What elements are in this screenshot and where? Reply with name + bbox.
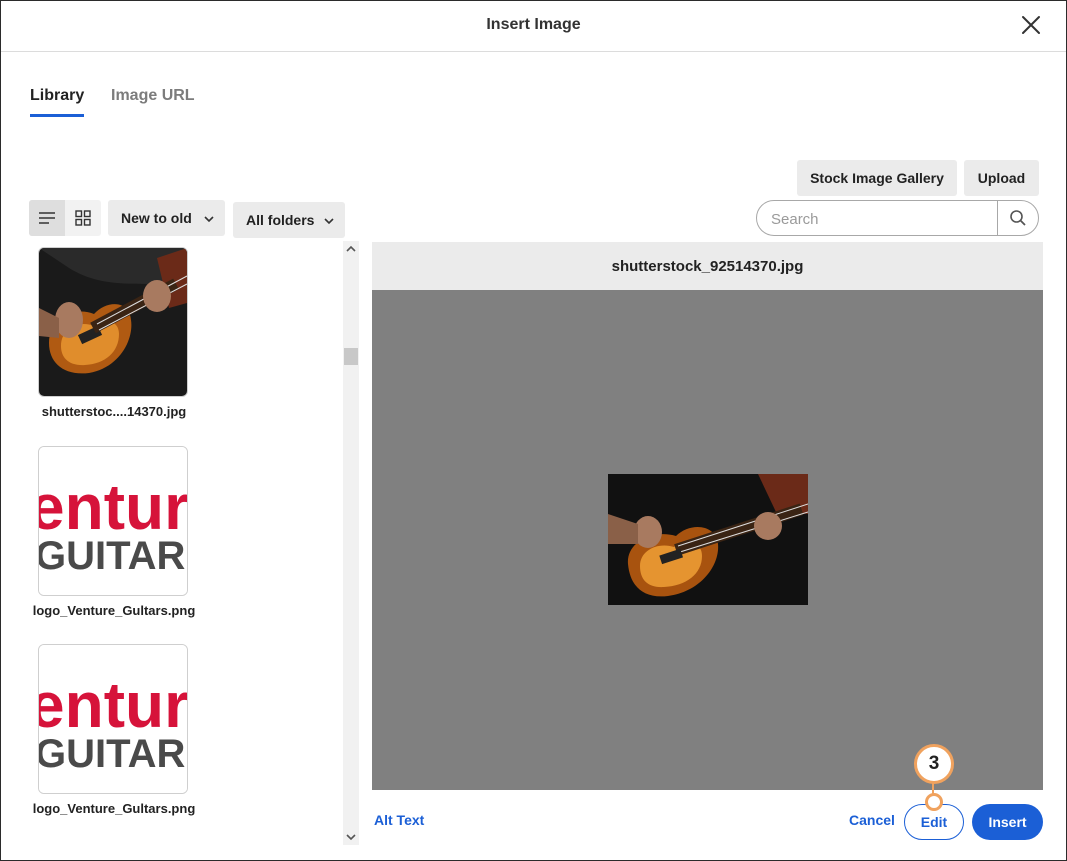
folder-dropdown[interactable]: All folders: [233, 202, 345, 238]
scroll-up-icon[interactable]: [343, 241, 359, 257]
search-input[interactable]: [769, 207, 993, 231]
callout-anchor: [925, 793, 943, 811]
chevron-down-icon: [323, 214, 335, 230]
alt-text-link[interactable]: Alt Text: [374, 812, 424, 828]
dialog-header: Insert Image: [1, 1, 1066, 52]
close-icon[interactable]: [1020, 14, 1042, 36]
logo-word-bottom: GUITAR: [39, 534, 185, 578]
search-icon[interactable]: [998, 201, 1038, 235]
preview-canvas: [372, 290, 1043, 790]
preview-file-name: shutterstock_92514370.jpg: [611, 258, 804, 275]
upload-button[interactable]: Upload: [964, 160, 1039, 196]
preview-image: [608, 474, 808, 605]
grid-view-icon[interactable]: [65, 200, 101, 236]
image-preview-panel: shutterstock_92514370.jpg: [372, 242, 1043, 790]
scrollbar-thumb[interactable]: [344, 348, 358, 365]
logo-word-bottom: GUITAR: [39, 732, 185, 776]
step-callout-badge: 3: [914, 744, 954, 784]
stock-image-gallery-button[interactable]: Stock Image Gallery: [797, 160, 957, 196]
logo-word-top: entur: [39, 669, 187, 741]
sort-dropdown-value: New to old: [121, 210, 192, 226]
scroll-down-icon[interactable]: [343, 829, 359, 845]
chevron-down-icon: [203, 212, 215, 228]
preview-header: shutterstock_92514370.jpg: [372, 242, 1043, 290]
list-view-icon[interactable]: [29, 200, 65, 236]
folder-dropdown-value: All folders: [246, 212, 315, 228]
insert-image-dialog: Insert Image Library Image URL Stock Ima…: [0, 0, 1067, 861]
tab-image-url[interactable]: Image URL: [111, 87, 195, 105]
cancel-button[interactable]: Cancel: [849, 812, 895, 828]
view-toggle: [29, 200, 101, 236]
guitar-thumbnail: [38, 247, 188, 397]
file-name: logo_Venture_Gultars.png: [32, 603, 196, 618]
search-box: [756, 200, 1039, 236]
file-list-scrollbar[interactable]: [343, 241, 359, 845]
sort-dropdown[interactable]: New to old: [108, 200, 225, 236]
image-file-list: shutterstoc....14370.jpg entur GUITAR lo…: [29, 241, 343, 845]
insert-button[interactable]: Insert: [972, 804, 1043, 840]
venture-guitars-logo-thumbnail: entur GUITAR: [38, 644, 188, 794]
logo-word-top: entur: [39, 471, 187, 543]
dialog-title: Insert Image: [486, 16, 581, 33]
file-name: shutterstoc....14370.jpg: [41, 404, 187, 419]
venture-guitars-logo-thumbnail: entur GUITAR: [38, 446, 188, 596]
file-name: logo_Venture_Gultars.png: [32, 801, 196, 816]
tab-library[interactable]: Library: [30, 87, 85, 117]
